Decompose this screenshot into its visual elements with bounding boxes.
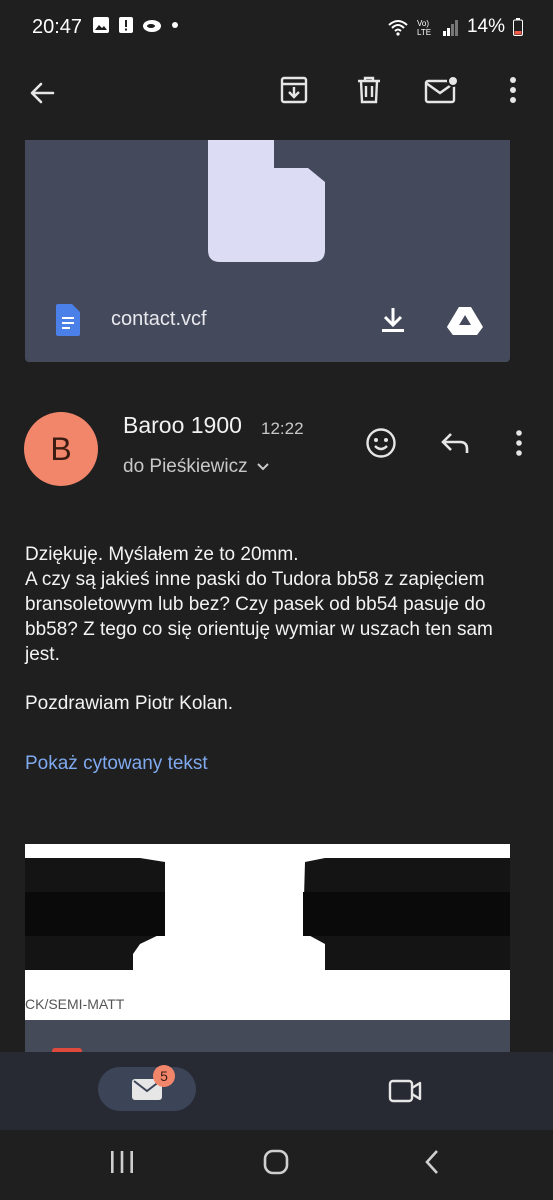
add-reaction-button[interactable]: [359, 421, 403, 465]
system-status: Vo) LTE 14%: [387, 16, 523, 38]
recipient-details-toggle[interactable]: do Pieśkiewicz: [123, 456, 270, 478]
notification-icons: [92, 16, 180, 34]
sender-avatar[interactable]: B: [24, 412, 98, 486]
image-attachment-footer: [25, 1020, 510, 1052]
more-vert-icon: [516, 430, 522, 456]
system-back-button[interactable]: [408, 1140, 456, 1184]
emoji-icon: [366, 428, 396, 458]
chevron-down-icon: [256, 463, 269, 471]
mail-tab[interactable]: [98, 1067, 196, 1111]
app-bar: [0, 54, 553, 140]
image-caption: CK/SEMI-MATT: [25, 996, 125, 1012]
delete-button[interactable]: [347, 68, 391, 112]
message-signature: Pozdrawiam Piotr Kolan.: [25, 693, 234, 714]
attachment-file-name: contact.vcf: [111, 308, 207, 330]
bottom-navigation: 5: [0, 1052, 553, 1130]
more-vert-icon: [510, 77, 516, 103]
file-preview-icon: [208, 140, 325, 262]
save-to-drive-button[interactable]: [443, 298, 487, 342]
dot-icon: [172, 22, 178, 28]
reply-icon: [441, 433, 469, 453]
image-icon: [93, 17, 109, 33]
message-body: Dziękuję. Myślałem że to 20mm. A czy są …: [25, 542, 530, 667]
video-camera-icon: [388, 1079, 422, 1103]
back-button[interactable]: [20, 71, 64, 115]
mark-unread-button[interactable]: [419, 68, 463, 112]
status-bar: 20:47 Vo) LTE 14%: [0, 0, 553, 54]
back-arrow-icon: [30, 82, 55, 104]
volte-icon: Vo)LTE: [417, 19, 431, 37]
message-body-line: A czy są jakieś inne paski do Tudora bb5…: [25, 569, 493, 665]
sender-name: Baroo 1900: [123, 412, 242, 438]
svg-text:Vo): Vo): [417, 19, 429, 28]
message-time: 12:22: [261, 419, 304, 438]
watch-strap-image: [25, 858, 510, 970]
attachment-card[interactable]: contact.vcf: [25, 140, 510, 362]
mail-badge: 5: [153, 1065, 175, 1087]
wifi-icon: [388, 20, 408, 36]
chevron-left-icon: [425, 1150, 438, 1174]
doc-icon: [56, 304, 80, 336]
home-icon: [263, 1149, 289, 1175]
home-button[interactable]: [252, 1140, 300, 1184]
recipient-label: do Pieśkiewicz: [123, 456, 248, 477]
mark-unread-icon: [424, 75, 458, 104]
alert-icon: [119, 17, 133, 33]
show-quoted-text-link[interactable]: Pokaż cytowany tekst: [25, 753, 208, 775]
system-navigation-bar: [0, 1130, 553, 1200]
archive-button[interactable]: [272, 68, 316, 112]
signal-icon: [442, 20, 458, 36]
reply-button[interactable]: [433, 421, 477, 465]
more-options-button[interactable]: [491, 68, 535, 112]
image-attachment[interactable]: CK/SEMI-MATT: [25, 844, 510, 1052]
battery-icon: [513, 18, 523, 36]
status-time: 20:47: [32, 16, 83, 38]
download-button[interactable]: [371, 298, 415, 342]
message-body-line: Dziękuję. Myślałem że to 20mm.: [25, 544, 299, 565]
archive-icon: [280, 76, 308, 104]
battery-percent: 14%: [466, 16, 505, 37]
meet-tab[interactable]: [383, 1069, 427, 1113]
download-icon: [382, 308, 404, 332]
delete-icon: [358, 76, 380, 104]
svg-text:LTE: LTE: [417, 28, 431, 37]
cloud-icon: [143, 20, 161, 32]
message-more-button[interactable]: [497, 421, 541, 465]
message-content[interactable]: contact.vcf B Baroo 1900 12:22 do Pieśki…: [0, 140, 553, 1052]
drive-icon: [447, 307, 483, 335]
recent-apps-button[interactable]: [98, 1140, 146, 1184]
recent-apps-icon: [111, 1151, 133, 1173]
